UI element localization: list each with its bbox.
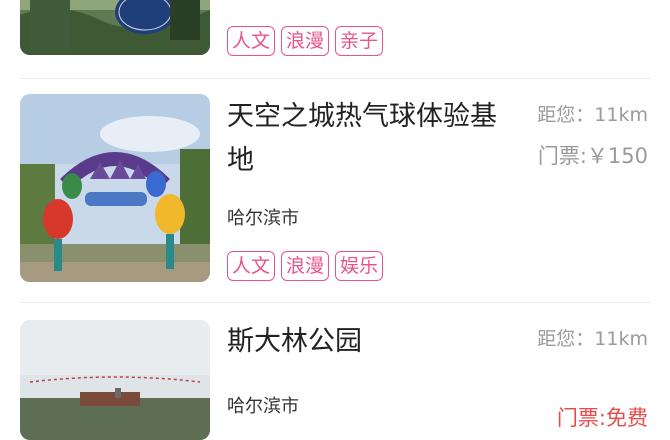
tag-group: 人文 浪漫 亲子 bbox=[227, 26, 384, 56]
tag[interactable]: 浪漫 bbox=[281, 251, 330, 281]
tag[interactable]: 亲子 bbox=[335, 26, 384, 56]
tag[interactable]: 娱乐 bbox=[335, 251, 384, 281]
ticket-price: 门票:￥150 bbox=[537, 144, 648, 168]
list-item[interactable]: 天空之城热气球体验基地 距您：11km 门票:￥150 哈尔滨市 人文 浪漫 娱… bbox=[0, 94, 670, 304]
city-label: 哈尔滨市 bbox=[227, 208, 299, 229]
tag[interactable]: 人文 bbox=[227, 251, 276, 281]
attraction-thumbnail[interactable] bbox=[20, 0, 210, 55]
city-label: 哈尔滨市 bbox=[227, 396, 299, 417]
attraction-thumbnail[interactable] bbox=[20, 94, 210, 282]
tag[interactable]: 人文 bbox=[227, 26, 276, 56]
attraction-title[interactable]: 天空之城热气球体验基地 bbox=[227, 95, 507, 183]
divider bbox=[20, 302, 650, 303]
distance-label: 距您：11km bbox=[537, 328, 648, 350]
ticket-price: 门票:免费 bbox=[556, 406, 648, 430]
attraction-title[interactable]: 斯大林公园 bbox=[227, 320, 507, 364]
divider bbox=[20, 78, 650, 79]
attraction-list: 人文 浪漫 亲子 天空之城热气球体验基地 距您：11km 门票:￥150 哈尔滨… bbox=[0, 0, 670, 440]
distance-label: 距您：11km bbox=[537, 104, 648, 126]
list-item[interactable]: 人文 浪漫 亲子 bbox=[0, 0, 670, 80]
list-item[interactable]: 斯大林公园 距您：11km 哈尔滨市 门票:免费 bbox=[0, 320, 670, 440]
attraction-thumbnail[interactable] bbox=[20, 320, 210, 440]
tag[interactable]: 浪漫 bbox=[281, 26, 330, 56]
tag-group: 人文 浪漫 娱乐 bbox=[227, 251, 384, 281]
